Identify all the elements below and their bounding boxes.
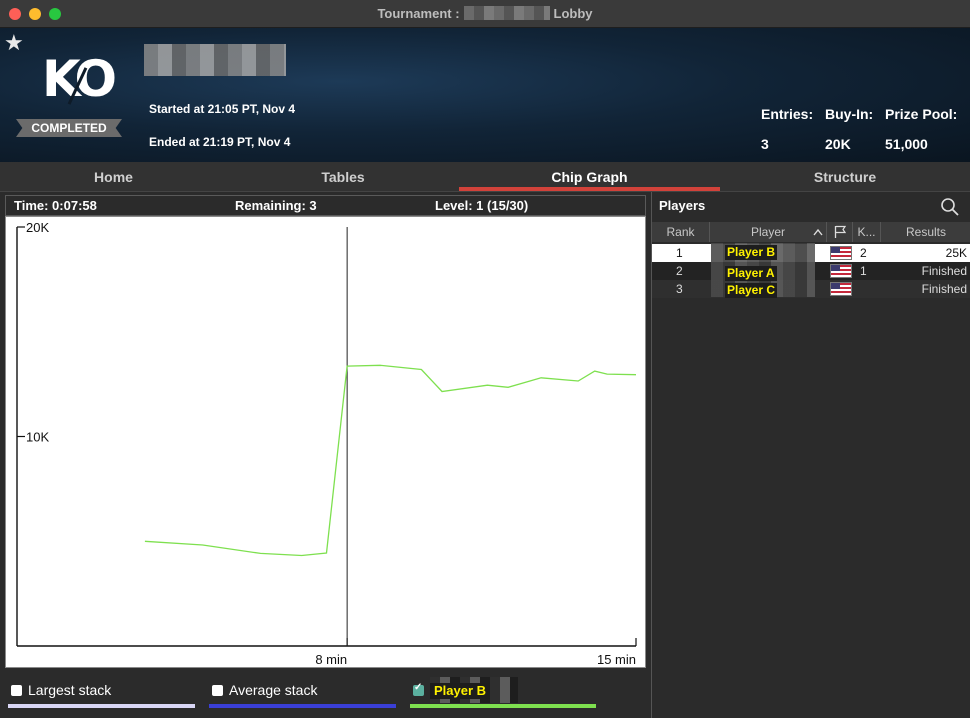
legend-average-stack[interactable]: Average stack bbox=[212, 682, 317, 702]
entries-label: Entries: bbox=[761, 106, 814, 122]
player-name: Player C bbox=[725, 283, 778, 298]
largest-stack-swatch bbox=[8, 704, 195, 708]
redacted-tournament-title bbox=[144, 44, 286, 76]
chip-graph: 20K 10K 8 min 15 min bbox=[5, 216, 646, 668]
redacted-tournament-name bbox=[463, 6, 550, 20]
us-flag-icon bbox=[830, 282, 852, 296]
star-icon[interactable]: ★ bbox=[4, 30, 24, 56]
buyin-label: Buy-In: bbox=[825, 106, 874, 122]
legend-player-b[interactable]: Player B bbox=[413, 682, 491, 702]
tab-structure[interactable]: Structure bbox=[720, 162, 970, 192]
row-rank: 3 bbox=[676, 282, 683, 296]
row-result: Finished bbox=[921, 282, 967, 296]
prize-pool-label: Prize Pool: bbox=[885, 106, 958, 122]
column-flag[interactable] bbox=[827, 222, 853, 242]
players-table-header: Rank Player K... Results bbox=[652, 222, 970, 242]
x-tick-label: 15 min bbox=[597, 652, 636, 667]
column-results[interactable]: Results bbox=[881, 222, 970, 242]
start-time: Started at 21:05 PT, Nov 4 bbox=[149, 102, 296, 116]
players-title: Players bbox=[659, 198, 706, 213]
entries-value: 3 bbox=[761, 136, 769, 152]
sort-up-icon bbox=[813, 228, 823, 236]
us-flag-icon bbox=[830, 246, 852, 260]
row-knockouts: 2 bbox=[860, 246, 867, 260]
average-stack-checkbox[interactable] bbox=[212, 685, 223, 696]
legend-largest-stack[interactable]: Largest stack bbox=[11, 682, 111, 702]
player-name: Player A bbox=[725, 266, 777, 281]
row-knockouts: 1 bbox=[860, 264, 867, 278]
flag-icon bbox=[834, 225, 846, 238]
title-prefix: Tournament : bbox=[377, 6, 460, 21]
app-window: Tournament : Lobby ★ KO COMPLETED Started… bbox=[0, 0, 970, 718]
players-panel: Players Rank Player K... Results 1 2 25K… bbox=[651, 192, 970, 718]
row-result: 25K bbox=[945, 246, 967, 260]
graph-info-bar: Time: 0:07:58 Remaining: 3 Level: 1 (15/… bbox=[5, 195, 646, 216]
average-stack-swatch bbox=[209, 704, 396, 708]
search-icon[interactable] bbox=[940, 197, 960, 217]
player-name: Player B bbox=[725, 245, 778, 260]
blind-level: Level: 1 (15/30) bbox=[435, 198, 529, 213]
window-title: Tournament : Lobby bbox=[0, 6, 970, 21]
players-header: Players bbox=[652, 192, 970, 220]
ko-logo: KO bbox=[42, 50, 117, 108]
column-knockouts[interactable]: K... bbox=[853, 222, 881, 242]
row-rank: 1 bbox=[676, 246, 683, 260]
elapsed-time: Time: 0:07:58 bbox=[14, 198, 97, 213]
title-bar: Tournament : Lobby bbox=[0, 0, 970, 28]
active-tab-indicator bbox=[459, 187, 720, 191]
y-tick-label: 10K bbox=[26, 430, 49, 445]
prize-pool-value: 51,000 bbox=[885, 136, 928, 152]
x-tick-label: 8 min bbox=[315, 652, 347, 667]
status-badge: COMPLETED bbox=[16, 119, 122, 137]
tab-tables[interactable]: Tables bbox=[227, 162, 459, 192]
players-remaining: Remaining: 3 bbox=[235, 198, 317, 213]
player-b-swatch bbox=[410, 704, 596, 708]
column-player[interactable]: Player bbox=[710, 222, 827, 242]
row-result: Finished bbox=[921, 264, 967, 278]
series-line-player-b bbox=[144, 364, 637, 557]
tab-home[interactable]: Home bbox=[0, 162, 227, 192]
player-b-checkbox[interactable] bbox=[413, 682, 424, 696]
us-flag-icon bbox=[830, 264, 852, 278]
buyin-value: 20K bbox=[825, 136, 851, 152]
y-tick-label: 20K bbox=[26, 220, 49, 235]
tournament-header: ★ KO COMPLETED Started at 21:05 PT, Nov … bbox=[0, 28, 970, 162]
player-b-legend-label: Player B bbox=[430, 683, 491, 699]
title-suffix: Lobby bbox=[553, 6, 593, 21]
average-stack-label: Average stack bbox=[229, 682, 318, 698]
end-time: Ended at 21:19 PT, Nov 4 bbox=[149, 135, 291, 149]
column-player-label: Player bbox=[750, 225, 785, 239]
row-rank: 2 bbox=[676, 264, 683, 278]
largest-stack-checkbox[interactable] bbox=[11, 685, 22, 696]
chip-graph-svg: 20K 10K 8 min 15 min bbox=[16, 220, 637, 667]
column-rank[interactable]: Rank bbox=[652, 222, 710, 242]
largest-stack-label: Largest stack bbox=[28, 682, 112, 698]
